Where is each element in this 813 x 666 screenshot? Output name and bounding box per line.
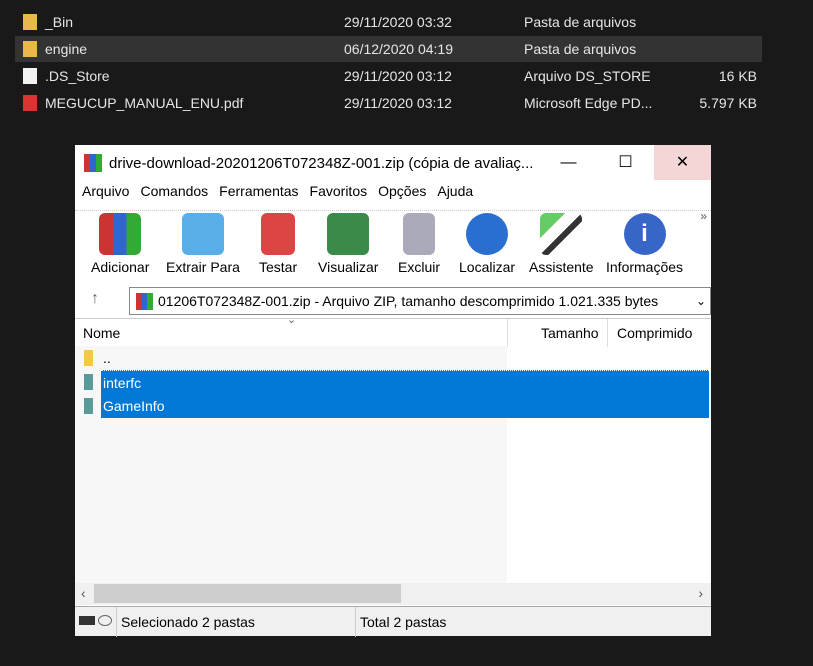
close-button[interactable]: ✕ <box>654 145 711 180</box>
explorer-row[interactable]: .DS_Store 29/11/2020 03:12 Arquivo DS_ST… <box>15 63 762 89</box>
menu-ferramentas[interactable]: Ferramentas <box>219 183 298 199</box>
file-row[interactable]: interfc <box>101 370 709 394</box>
horizontal-scrollbar[interactable]: ‹ › <box>75 583 711 605</box>
toolbar: Adicionar Extrair Para Testar Visualizar… <box>75 209 711 285</box>
folder-icon <box>23 41 37 57</box>
file-list: .. interfc GameInfo <box>75 346 711 583</box>
info-button[interactable]: i Informações <box>606 213 683 275</box>
winrar-icon <box>84 154 102 172</box>
menu-ajuda[interactable]: Ajuda <box>437 183 473 199</box>
wizard-button[interactable]: Assistente <box>529 213 594 275</box>
folder-icon <box>84 398 93 414</box>
column-tamanho[interactable]: Tamanho <box>541 325 599 341</box>
menu-opcoes[interactable]: Opções <box>378 183 426 199</box>
add-button[interactable]: Adicionar <box>91 213 149 275</box>
folder-up-icon <box>84 350 93 366</box>
column-nome[interactable]: Nome <box>83 325 120 341</box>
winrar-icon <box>136 293 153 310</box>
extract-button[interactable]: Extrair Para <box>166 213 240 275</box>
column-header: Nome ⌄ Tamanho Comprimido <box>75 314 711 347</box>
file-row[interactable]: .. <box>101 346 709 370</box>
scroll-left-icon[interactable]: ‹ <box>81 585 86 601</box>
address-bar[interactable]: 01206T072348Z-001.zip - Arquivo ZIP, tam… <box>129 287 711 315</box>
file-icon <box>23 68 37 84</box>
title-bar[interactable]: drive-download-20201206T072348Z-001.zip … <box>75 145 711 180</box>
explorer-row[interactable]: engine 06/12/2020 04:19 Pasta de arquivo… <box>15 36 762 62</box>
explorer-row[interactable]: MEGUCUP_MANUAL_ENU.pdf 29/11/2020 03:12 … <box>15 90 762 116</box>
toolbar-overflow-icon[interactable]: » <box>700 209 707 223</box>
folder-icon <box>84 374 93 390</box>
status-total: Total 2 pastas <box>360 614 447 630</box>
column-comprimido[interactable]: Comprimido <box>617 325 692 341</box>
status-bar: Selecionado 2 pastas Total 2 pastas <box>75 606 711 637</box>
book-icon <box>327 213 370 255</box>
scroll-right-icon[interactable]: › <box>698 585 703 601</box>
menu-arquivo[interactable]: Arquivo <box>82 183 129 199</box>
menu-bar: Arquivo Comandos Ferramentas Favoritos O… <box>82 183 484 199</box>
up-arrow-icon[interactable]: ↑ <box>91 290 99 308</box>
folder-icon <box>181 213 224 255</box>
winrar-window: drive-download-20201206T072348Z-001.zip … <box>75 145 711 637</box>
find-button[interactable]: Localizar <box>459 213 515 275</box>
view-button[interactable]: Visualizar <box>318 213 378 275</box>
info-icon: i <box>623 213 666 255</box>
checklist-icon <box>261 213 296 255</box>
file-row[interactable]: GameInfo <box>101 394 709 418</box>
drive-icon <box>79 616 95 625</box>
pdf-icon <box>23 95 37 111</box>
sort-chevron-icon: ⌄ <box>287 314 297 326</box>
status-selected: Selecionado 2 pastas <box>121 614 255 630</box>
test-button[interactable]: Testar <box>259 213 297 275</box>
menu-favoritos[interactable]: Favoritos <box>310 183 368 199</box>
maximize-button[interactable]: ☐ <box>597 145 654 180</box>
key-icon <box>98 615 112 626</box>
chevron-down-icon[interactable]: ⌄ <box>696 288 706 314</box>
magnifier-icon <box>466 213 509 255</box>
folder-icon <box>23 14 37 30</box>
window-title: drive-download-20201206T072348Z-001.zip … <box>109 155 534 172</box>
trash-icon <box>403 213 435 255</box>
explorer-row[interactable]: _Bin 29/11/2020 03:32 Pasta de arquivos <box>15 9 762 35</box>
scrollbar-thumb[interactable] <box>94 584 401 603</box>
minimize-button[interactable]: — <box>540 145 597 180</box>
menu-comandos[interactable]: Comandos <box>140 183 208 199</box>
wand-icon <box>540 213 583 255</box>
delete-button[interactable]: Excluir <box>398 213 440 275</box>
archive-icon <box>99 213 142 255</box>
